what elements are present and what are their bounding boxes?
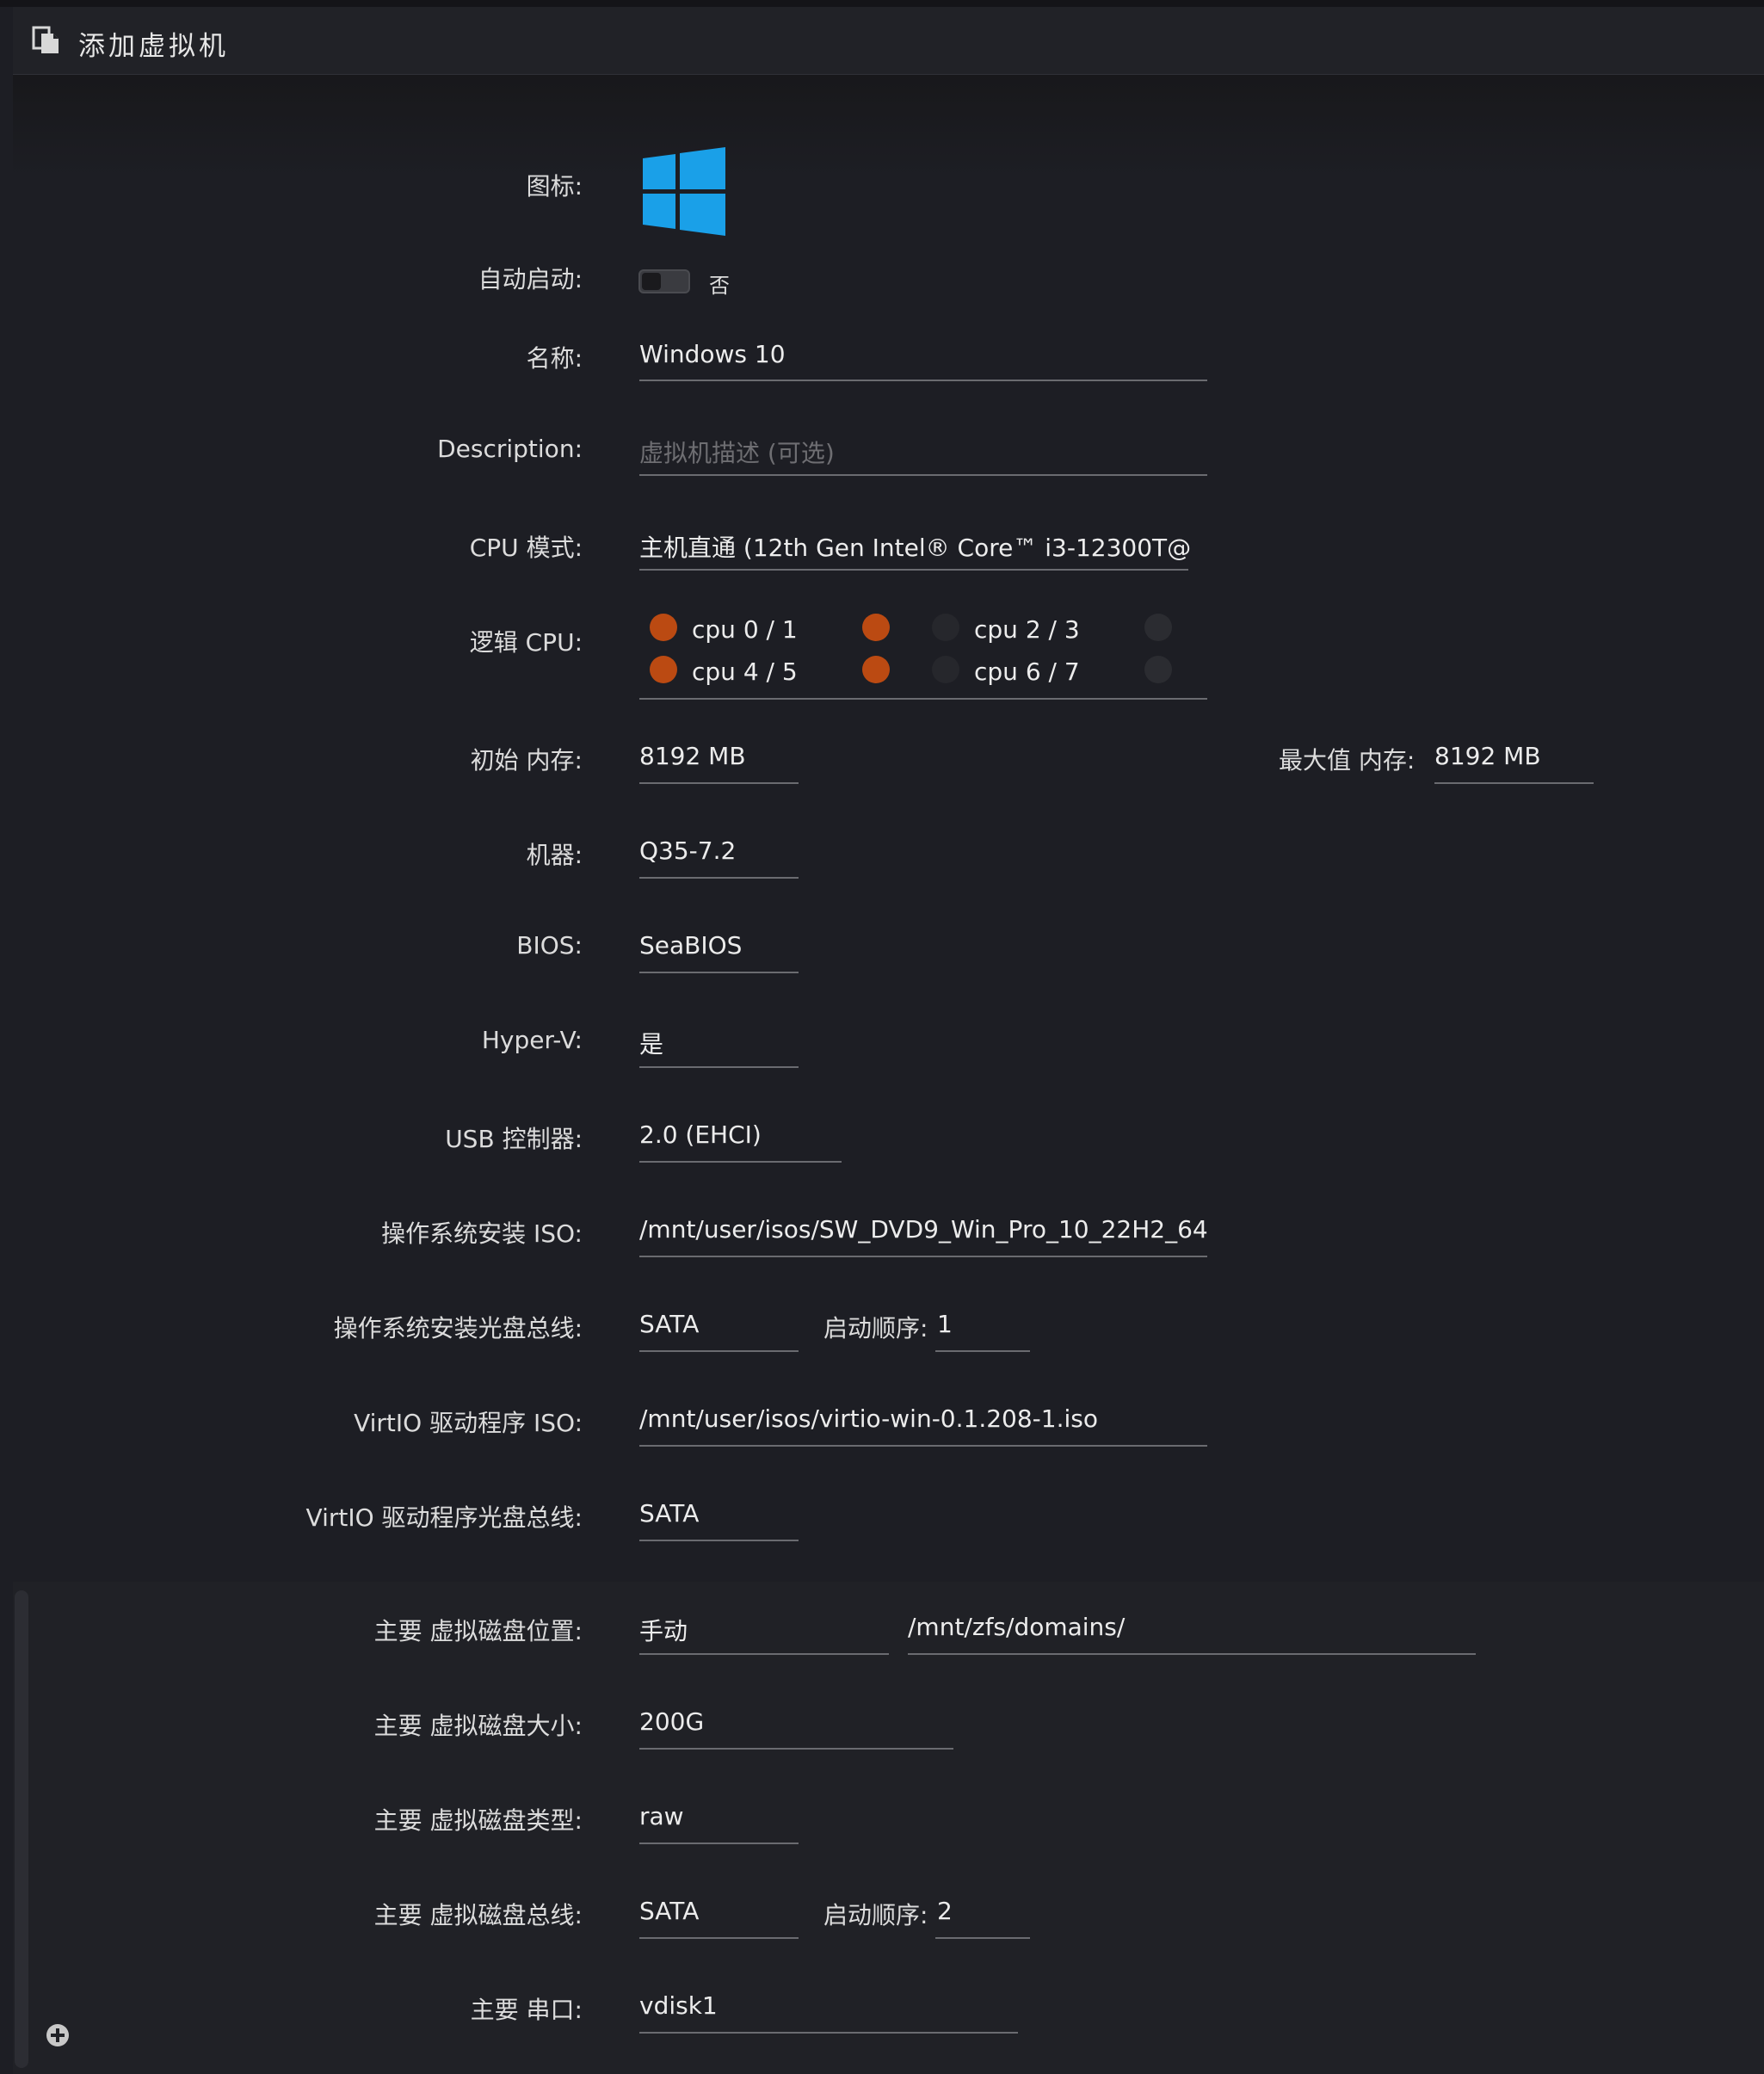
vdisk-location-select[interactable]: 手动 [639,1613,885,1647]
virtio-iso-input[interactable]: /mnt/user/isos/virtio-win-0.1.208-1.iso [639,1404,1207,1433]
vdisk-path-input[interactable]: /mnt/zfs/domains/ [908,1613,1476,1641]
cpu-0-toggle[interactable] [650,614,677,641]
cpu-6-7-label: cpu 6 / 7 [974,657,1080,686]
serial-input[interactable]: vdisk1 [639,1991,1014,2020]
vdisk-type-label: 主要 虚拟磁盘类型: [373,1806,583,1835]
description-label: Description: [437,435,583,463]
max-memory-select[interactable]: 8192 MB [1434,742,1589,770]
os-iso-bus-underline [639,1350,799,1352]
serial-label: 主要 串口: [470,1996,583,2024]
cpu-0-1-label: cpu 0 / 1 [692,615,798,644]
vdisk-size-underline [639,1748,953,1750]
max-memory-label: 最大值 内存: [1279,746,1416,775]
initial-memory-label: 初始 内存: [470,746,583,775]
machine-select[interactable]: Q35-7.2 [639,836,794,865]
name-input[interactable]: Windows 10 [639,340,1207,368]
vdisk-location-label: 主要 虚拟磁盘位置: [373,1617,583,1645]
hyperv-underline [639,1066,799,1068]
vdisk-bus-select[interactable]: SATA [639,1897,794,1925]
cpu-7-toggle[interactable] [1144,656,1172,683]
os-iso-boot-order-label: 启动顺序: [823,1314,928,1343]
page-title: 添加虚拟机 [78,31,229,62]
vdisk-path-underline [908,1653,1476,1655]
usb-controller-select[interactable]: 2.0 (EHCI) [639,1120,837,1149]
logical-cpu-label: 逻辑 CPU: [469,628,583,657]
header-shadow [13,75,1764,178]
autostart-toggle[interactable] [638,269,690,293]
usb-controller-underline [639,1161,842,1163]
vdisk-bus-underline [639,1937,799,1939]
os-iso-underline [639,1256,1207,1257]
vdisk-bus-label: 主要 虚拟磁盘总线: [373,1901,583,1929]
virtio-bus-underline [639,1540,799,1541]
os-iso-input[interactable]: /mnt/user/isos/SW_DVD9_Win_Pro_10_22H2_6… [639,1215,1207,1244]
initial-memory-underline [639,782,799,784]
vdisk-boot-order-underline [935,1937,1030,1939]
vdisk-type-select[interactable]: raw [639,1802,794,1830]
bios-label: BIOS: [516,931,583,960]
hyperv-label: Hyper-V: [481,1026,583,1054]
icon-label: 图标: [526,172,583,201]
virtio-bus-select[interactable]: SATA [639,1499,794,1528]
virtio-bus-label: VirtIO 驱动程序光盘总线: [305,1503,583,1532]
virtio-iso-label: VirtIO 驱动程序 ISO: [354,1409,583,1437]
machine-label: 机器: [526,841,583,869]
cpu-1-toggle[interactable] [862,614,890,641]
initial-memory-select[interactable]: 8192 MB [639,742,794,770]
toggle-knob [642,273,661,290]
os-iso-label: 操作系统安装 ISO: [381,1219,583,1248]
cpu-mode-underline [639,569,1188,571]
add-disk-icon[interactable] [45,2022,71,2048]
cpu-2-3-label: cpu 2 / 3 [974,615,1080,644]
cpu-5-toggle[interactable] [862,656,890,683]
vdisk-boot-order-label: 启动顺序: [823,1901,928,1929]
bios-underline [639,972,799,973]
autostart-state: 否 [709,274,730,298]
name-label: 名称: [526,344,583,373]
title-bar: 添加虚拟机 [13,7,1764,75]
cpu-4-5-label: cpu 4 / 5 [692,657,798,686]
serial-underline [639,2032,1018,2034]
cpu-6-toggle[interactable] [932,656,959,683]
autostart-label: 自动启动: [478,265,583,293]
virtio-iso-underline [639,1445,1207,1447]
machine-underline [639,877,799,879]
vdisk-size-label: 主要 虚拟磁盘大小: [373,1712,583,1740]
top-strip [0,0,1764,7]
bios-select[interactable]: SeaBIOS [639,931,794,960]
description-underline [639,474,1207,476]
hyperv-select[interactable]: 是 [639,1026,794,1060]
section-scrollbar[interactable] [15,1590,28,2068]
cpu-3-toggle[interactable] [1144,614,1172,641]
description-input[interactable]: 虚拟机描述 (可选) [639,435,1207,469]
os-iso-boot-order-input[interactable]: 1 [937,1310,1027,1338]
usb-controller-label: USB 控制器: [445,1125,583,1153]
cpu-mode-label: CPU 模式: [469,534,583,562]
windows-logo-icon[interactable] [641,146,727,236]
vdisk-location-underline [639,1653,889,1655]
cpu-mode-select[interactable]: 主机直通 (12th Gen Intel® Core™ i3-12300T@) [639,529,1190,564]
vdisk-boot-order-input[interactable]: 2 [937,1897,1027,1925]
os-iso-boot-order-underline [935,1350,1030,1352]
os-iso-bus-label: 操作系统安装光盘总线: [333,1314,583,1343]
logical-cpu-underline [639,698,1207,700]
max-memory-underline [1434,782,1594,784]
vdisk-type-underline [639,1843,799,1844]
os-iso-bus-select[interactable]: SATA [639,1310,794,1338]
vdisk-size-input[interactable]: 200G [639,1707,949,1736]
cpu-4-toggle[interactable] [650,656,677,683]
name-underline [639,380,1207,381]
cpu-2-toggle[interactable] [932,614,959,641]
copy-document-icon [32,26,59,53]
